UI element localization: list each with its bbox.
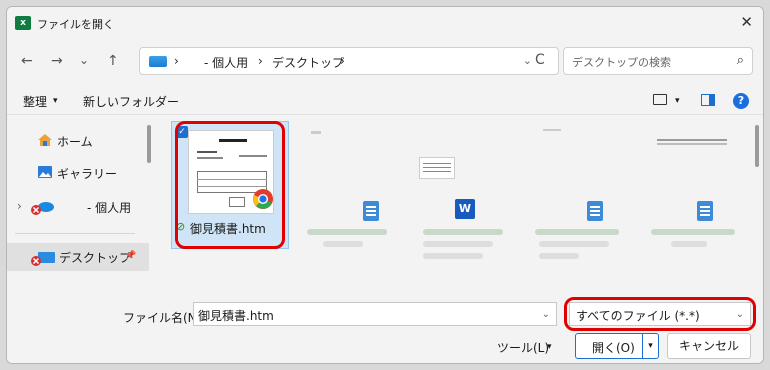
breadcrumb-personal[interactable]: - 個人用 bbox=[204, 54, 248, 71]
breadcrumb-separator[interactable]: › bbox=[174, 54, 179, 68]
folder-icon bbox=[149, 56, 167, 67]
title-bar: x ファイルを開く ✕ bbox=[7, 7, 763, 39]
file-name-blurred bbox=[323, 241, 363, 247]
sidebar-item-gallery[interactable]: ギャラリー bbox=[7, 159, 149, 187]
file-open-dialog: x ファイルを開く ✕ ← → ⌄ ↑ › - 個人用 › デスクトップ › ⌄… bbox=[6, 6, 764, 364]
pin-icon[interactable]: 📌 bbox=[125, 251, 136, 261]
breadcrumb-separator[interactable]: › bbox=[340, 54, 345, 68]
filename-input[interactable]: 御見積書.htm ⌄ bbox=[193, 302, 557, 326]
dialog-footer: ファイル名(N): 御見積書.htm ⌄ すべてのファイル (*.*) ⌄ ツー… bbox=[7, 287, 763, 363]
new-folder-button[interactable]: 新しいフォルダー bbox=[83, 93, 179, 110]
open-button-label: 開く(O) bbox=[592, 341, 635, 355]
sidebar-item-desktop[interactable]: デスクトップ 📌 bbox=[7, 243, 149, 271]
open-split-caret-icon[interactable]: ▾ bbox=[642, 334, 658, 358]
file-name-blurred bbox=[539, 253, 579, 259]
navigation-pane: ホーム ギャラリー › - 個人用 デスクトップ 📌 bbox=[7, 117, 149, 283]
file-name-blurred bbox=[423, 229, 503, 235]
file-name-blurred bbox=[651, 229, 735, 235]
filename-value: 御見積書.htm bbox=[198, 309, 274, 323]
back-button[interactable]: ← bbox=[21, 53, 33, 69]
sidebar-divider bbox=[15, 233, 135, 234]
file-item[interactable] bbox=[293, 121, 403, 247]
sidebar-scrollbar[interactable] bbox=[147, 125, 151, 163]
gallery-icon bbox=[38, 166, 52, 178]
breadcrumb-desktop[interactable]: デスクトップ bbox=[272, 54, 344, 71]
highlight-outline bbox=[175, 121, 285, 249]
search-input[interactable]: デスクトップの検索 ⌕ bbox=[563, 47, 753, 75]
notepad-icon bbox=[697, 201, 713, 221]
expand-chevron-icon[interactable]: › bbox=[17, 199, 22, 213]
sidebar-item-label: ギャラリー bbox=[57, 167, 118, 181]
sidebar-item-label: デスクトップ bbox=[59, 251, 132, 265]
refresh-icon[interactable]: C bbox=[535, 52, 545, 68]
organize-button[interactable]: 整理 bbox=[23, 93, 47, 110]
highlight-outline bbox=[564, 297, 756, 331]
search-icon[interactable]: ⌕ bbox=[737, 53, 744, 68]
tools-button[interactable]: ツール(L) bbox=[497, 339, 549, 356]
breadcrumb-separator[interactable]: › bbox=[258, 54, 263, 68]
help-icon[interactable]: ? bbox=[733, 93, 749, 109]
file-name-blurred bbox=[307, 229, 387, 235]
recent-locations-button[interactable]: ⌄ bbox=[79, 53, 89, 67]
sidebar-item-label: ホーム bbox=[57, 135, 93, 149]
dialog-title: ファイルを開く bbox=[37, 18, 114, 31]
search-placeholder: デスクトップの検索 bbox=[572, 56, 671, 69]
onedrive-icon bbox=[31, 202, 54, 215]
view-mode-icon[interactable] bbox=[653, 94, 667, 105]
excel-icon: x bbox=[15, 16, 31, 30]
file-name-blurred bbox=[423, 241, 493, 247]
forward-button[interactable]: → bbox=[51, 53, 63, 69]
preview-pane-icon[interactable] bbox=[701, 94, 715, 106]
file-list-scrollbar[interactable] bbox=[755, 125, 759, 167]
sidebar-item-onedrive[interactable]: › - 個人用 bbox=[7, 193, 149, 221]
filename-dropdown-icon[interactable]: ⌄ bbox=[542, 309, 550, 320]
address-bar[interactable]: › - 個人用 › デスクトップ › ⌄ bbox=[139, 47, 559, 75]
view-caret-icon[interactable]: ▾ bbox=[675, 96, 680, 106]
address-dropdown-icon[interactable]: ⌄ bbox=[523, 54, 532, 67]
file-item[interactable] bbox=[525, 121, 635, 259]
cancel-button[interactable]: キャンセル bbox=[667, 333, 751, 359]
file-name-blurred bbox=[535, 229, 619, 235]
tools-caret-icon[interactable]: ▾ bbox=[547, 342, 552, 352]
file-item[interactable]: W bbox=[409, 121, 519, 259]
up-button[interactable]: ↑ bbox=[107, 53, 119, 69]
file-name-blurred bbox=[671, 241, 707, 247]
organize-caret-icon[interactable]: ▾ bbox=[53, 96, 58, 106]
file-name-blurred bbox=[423, 253, 483, 259]
notepad-icon bbox=[363, 201, 379, 221]
home-icon bbox=[38, 134, 52, 146]
notepad-icon bbox=[587, 201, 603, 221]
close-button[interactable]: ✕ bbox=[740, 13, 753, 31]
command-bar: 整理 ▾ 新しいフォルダー ▾ ? bbox=[7, 87, 763, 115]
word-icon: W bbox=[455, 199, 475, 219]
file-item[interactable] bbox=[641, 121, 751, 247]
desktop-icon bbox=[31, 252, 55, 266]
navigation-bar: ← → ⌄ ↑ › - 個人用 › デスクトップ › ⌄ C デスクトップの検索… bbox=[7, 39, 763, 81]
sidebar-item-label: - 個人用 bbox=[87, 201, 132, 215]
file-list: ✓ ⊘ 御見積書.htm W bbox=[157, 117, 757, 283]
open-button[interactable]: 開く(O) ▾ bbox=[575, 333, 659, 359]
file-name-blurred bbox=[539, 241, 609, 247]
sidebar-item-home[interactable]: ホーム bbox=[7, 127, 149, 155]
